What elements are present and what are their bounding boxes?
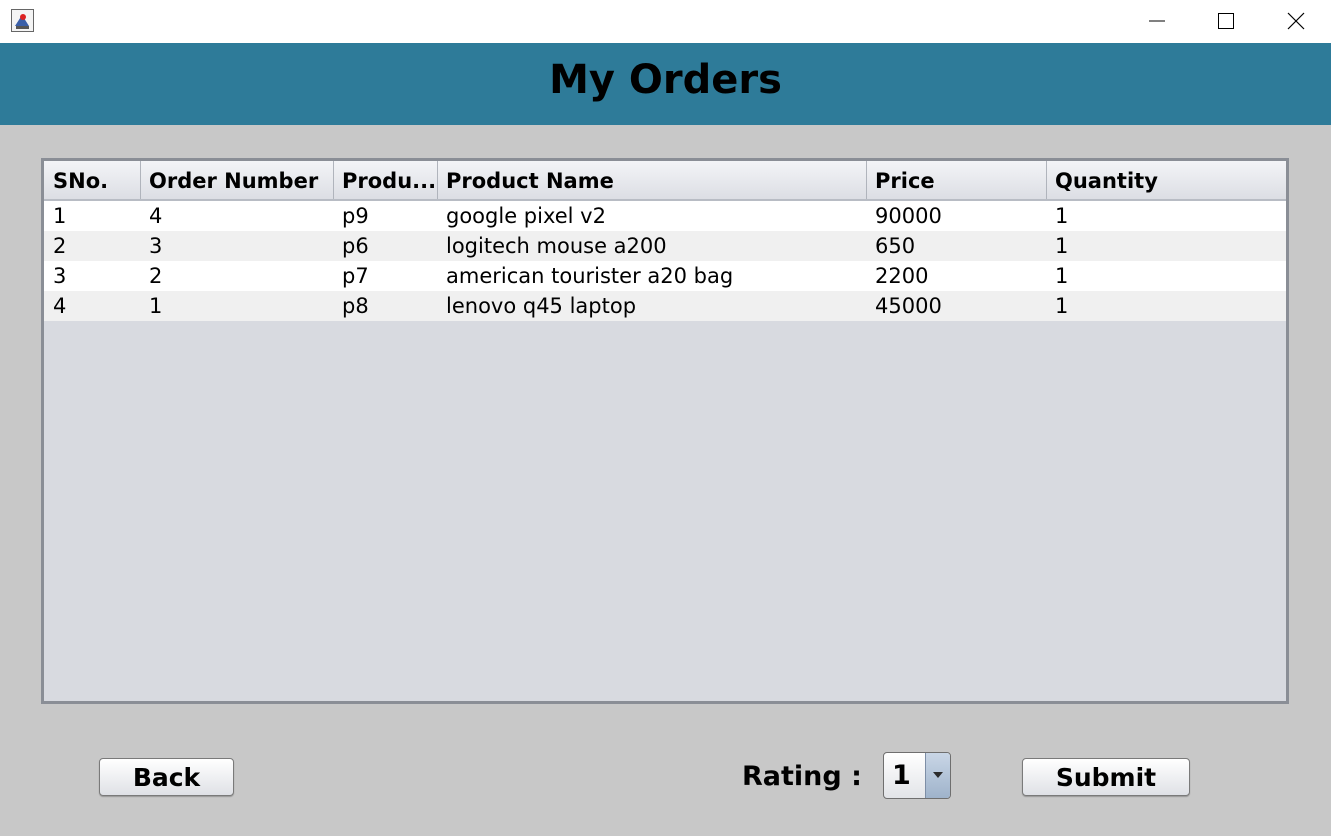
orders-table[interactable]: SNo. Order Number Produ... Product Name … [41,158,1289,704]
title-bar [0,0,1331,43]
column-header-quantity[interactable]: Quantity [1046,161,1286,199]
page-header: My Orders [0,43,1331,125]
java-icon[interactable] [11,9,34,32]
cell-quantity: 1 [1055,204,1069,228]
column-header-sno[interactable]: SNo. [44,161,141,199]
cell-order-number: 1 [149,294,163,318]
maximize-icon [1218,13,1234,29]
back-button[interactable]: Back [99,758,234,796]
cell-quantity: 1 [1055,234,1069,258]
table-row[interactable]: 3 2 p7 american tourister a20 bag 2200 1 [44,261,1286,291]
cell-price: 45000 [875,294,942,318]
column-header-price[interactable]: Price [866,161,1047,199]
cell-quantity: 1 [1055,294,1069,318]
column-header-product-name[interactable]: Product Name [437,161,867,199]
cell-product-id: p9 [342,204,369,228]
close-icon [1287,12,1305,30]
submit-button[interactable]: Submit [1022,758,1190,796]
cell-order-number: 4 [149,204,163,228]
rating-selected-value: 1 [892,760,911,791]
table-row[interactable]: 4 1 p8 lenovo q45 laptop 45000 1 [44,291,1286,321]
cell-product-id: p6 [342,234,369,258]
cell-price: 2200 [875,264,929,288]
cell-sno: 2 [53,234,67,258]
cell-quantity: 1 [1055,264,1069,288]
maximize-button[interactable] [1203,0,1249,43]
cell-price: 90000 [875,204,942,228]
cell-product-name: lenovo q45 laptop [446,294,637,318]
cell-product-name: logitech mouse a200 [446,234,667,258]
cell-sno: 3 [53,264,67,288]
dropdown-arrow-button[interactable] [925,753,950,798]
rating-label: Rating : [742,761,862,792]
column-header-order-number[interactable]: Order Number [140,161,334,199]
column-header-product-id[interactable]: Produ... [333,161,438,199]
cell-order-number: 3 [149,234,163,258]
table-header: SNo. Order Number Produ... Product Name … [44,161,1286,201]
chevron-down-icon [933,772,943,778]
cell-price: 650 [875,234,916,258]
cell-product-name: american tourister a20 bag [446,264,734,288]
cell-product-name: google pixel v2 [446,204,606,228]
table-row[interactable]: 1 4 p9 google pixel v2 90000 1 [44,201,1286,231]
minimize-icon [1149,20,1165,22]
cell-order-number: 2 [149,264,163,288]
cell-product-id: p7 [342,264,369,288]
page-title: My Orders [549,57,782,103]
minimize-button[interactable] [1134,0,1180,43]
cell-product-id: p8 [342,294,369,318]
cell-sno: 4 [53,294,67,318]
rating-select[interactable]: 1 [883,752,951,799]
table-row[interactable]: 2 3 p6 logitech mouse a200 650 1 [44,231,1286,261]
cell-sno: 1 [53,204,67,228]
close-button[interactable] [1273,0,1319,43]
